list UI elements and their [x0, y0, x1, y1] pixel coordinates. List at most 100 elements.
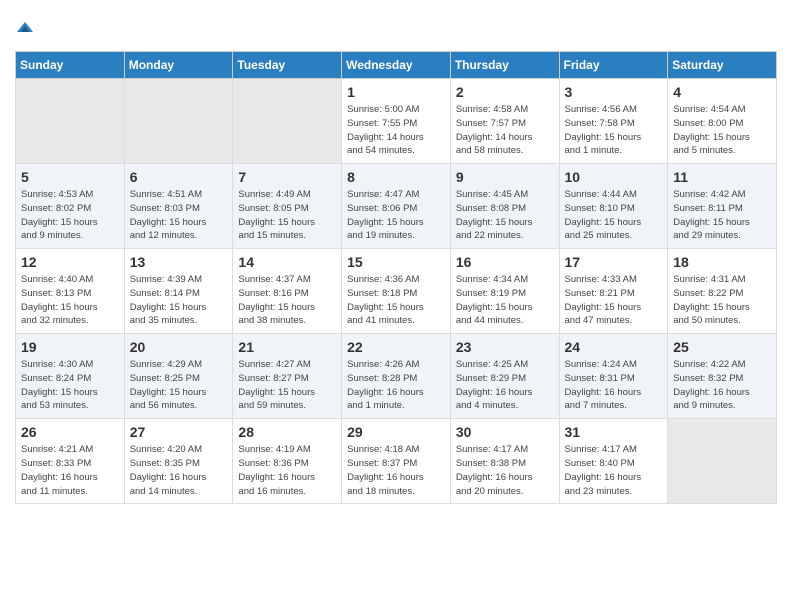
day-number: 13 [130, 254, 228, 270]
day-info: Sunrise: 4:56 AM Sunset: 7:58 PM Dayligh… [565, 103, 663, 158]
logo [15, 18, 39, 43]
day-info: Sunrise: 4:31 AM Sunset: 8:22 PM Dayligh… [673, 273, 771, 328]
day-number: 23 [456, 339, 554, 355]
day-info: Sunrise: 4:37 AM Sunset: 8:16 PM Dayligh… [238, 273, 336, 328]
day-number: 15 [347, 254, 445, 270]
calendar-cell: 12 Sunrise: 4:40 AM Sunset: 8:13 PM Dayli… [16, 249, 125, 334]
calendar-cell: 5 Sunrise: 4:53 AM Sunset: 8:02 PM Daylig… [16, 164, 125, 249]
day-number: 30 [456, 424, 554, 440]
day-number: 16 [456, 254, 554, 270]
calendar-cell [124, 79, 233, 164]
day-number: 19 [21, 339, 119, 355]
day-info: Sunrise: 4:34 AM Sunset: 8:19 PM Dayligh… [456, 273, 554, 328]
day-header-monday: Monday [124, 52, 233, 79]
calendar-cell: 16 Sunrise: 4:34 AM Sunset: 8:19 PM Dayli… [450, 249, 559, 334]
calendar-cell: 2 Sunrise: 4:58 AM Sunset: 7:57 PM Daylig… [450, 79, 559, 164]
day-info: Sunrise: 4:42 AM Sunset: 8:11 PM Dayligh… [673, 188, 771, 243]
day-number: 7 [238, 169, 336, 185]
day-number: 5 [21, 169, 119, 185]
day-number: 4 [673, 84, 771, 100]
day-number: 3 [565, 84, 663, 100]
day-info: Sunrise: 4:26 AM Sunset: 8:28 PM Dayligh… [347, 358, 445, 413]
day-info: Sunrise: 4:21 AM Sunset: 8:33 PM Dayligh… [21, 443, 119, 498]
day-info: Sunrise: 4:17 AM Sunset: 8:38 PM Dayligh… [456, 443, 554, 498]
calendar-cell: 6 Sunrise: 4:51 AM Sunset: 8:03 PM Daylig… [124, 164, 233, 249]
day-info: Sunrise: 4:54 AM Sunset: 8:00 PM Dayligh… [673, 103, 771, 158]
week-row-2: 5 Sunrise: 4:53 AM Sunset: 8:02 PM Daylig… [16, 164, 777, 249]
day-info: Sunrise: 5:00 AM Sunset: 7:55 PM Dayligh… [347, 103, 445, 158]
calendar-cell: 18Sunrise: 4:31 AM Sunset: 8:22 PM Dayli… [668, 249, 777, 334]
day-info: Sunrise: 4:40 AM Sunset: 8:13 PM Dayligh… [21, 273, 119, 328]
day-number: 6 [130, 169, 228, 185]
day-number: 14 [238, 254, 336, 270]
calendar-cell [668, 419, 777, 504]
day-info: Sunrise: 4:58 AM Sunset: 7:57 PM Dayligh… [456, 103, 554, 158]
calendar-cell: 29 Sunrise: 4:18 AM Sunset: 8:37 PM Dayli… [342, 419, 451, 504]
day-number: 9 [456, 169, 554, 185]
day-info: Sunrise: 4:44 AM Sunset: 8:10 PM Dayligh… [565, 188, 663, 243]
day-info: Sunrise: 4:45 AM Sunset: 8:08 PM Dayligh… [456, 188, 554, 243]
day-number: 1 [347, 84, 445, 100]
header-row: SundayMondayTuesdayWednesdayThursdayFrid… [16, 52, 777, 79]
day-info: Sunrise: 4:51 AM Sunset: 8:03 PM Dayligh… [130, 188, 228, 243]
day-header-tuesday: Tuesday [233, 52, 342, 79]
day-info: Sunrise: 4:25 AM Sunset: 8:29 PM Dayligh… [456, 358, 554, 413]
day-header-friday: Friday [559, 52, 668, 79]
calendar-cell: 11 Sunrise: 4:42 AM Sunset: 8:11 PM Dayli… [668, 164, 777, 249]
calendar-cell: 22 Sunrise: 4:26 AM Sunset: 8:28 PM Dayli… [342, 334, 451, 419]
day-header-wednesday: Wednesday [342, 52, 451, 79]
day-info: Sunrise: 4:33 AM Sunset: 8:21 PM Dayligh… [565, 273, 663, 328]
day-info: Sunrise: 4:24 AM Sunset: 8:31 PM Dayligh… [565, 358, 663, 413]
day-info: Sunrise: 4:30 AM Sunset: 8:24 PM Dayligh… [21, 358, 119, 413]
day-number: 31 [565, 424, 663, 440]
calendar-cell [233, 79, 342, 164]
day-info: Sunrise: 4:53 AM Sunset: 8:02 PM Dayligh… [21, 188, 119, 243]
day-number: 22 [347, 339, 445, 355]
calendar-cell: 13 Sunrise: 4:39 AM Sunset: 8:14 PM Dayli… [124, 249, 233, 334]
day-number: 27 [130, 424, 228, 440]
calendar-cell: 27 Sunrise: 4:20 AM Sunset: 8:35 PM Dayli… [124, 419, 233, 504]
day-info: Sunrise: 4:36 AM Sunset: 8:18 PM Dayligh… [347, 273, 445, 328]
calendar-cell: 30 Sunrise: 4:17 AM Sunset: 8:38 PM Dayli… [450, 419, 559, 504]
day-number: 12 [21, 254, 119, 270]
calendar-cell: 19 Sunrise: 4:30 AM Sunset: 8:24 PM Dayli… [16, 334, 125, 419]
day-number: 10 [565, 169, 663, 185]
day-info: Sunrise: 4:29 AM Sunset: 8:25 PM Dayligh… [130, 358, 228, 413]
calendar-cell [16, 79, 125, 164]
day-info: Sunrise: 4:18 AM Sunset: 8:37 PM Dayligh… [347, 443, 445, 498]
day-info: Sunrise: 4:22 AM Sunset: 8:32 PM Dayligh… [673, 358, 771, 413]
calendar-cell: 24 Sunrise: 4:24 AM Sunset: 8:31 PM Dayli… [559, 334, 668, 419]
day-number: 11 [673, 169, 771, 185]
day-header-thursday: Thursday [450, 52, 559, 79]
day-info: Sunrise: 4:20 AM Sunset: 8:35 PM Dayligh… [130, 443, 228, 498]
day-number: 2 [456, 84, 554, 100]
day-info: Sunrise: 4:39 AM Sunset: 8:14 PM Dayligh… [130, 273, 228, 328]
day-info: Sunrise: 4:19 AM Sunset: 8:36 PM Dayligh… [238, 443, 336, 498]
calendar-cell: 3 Sunrise: 4:56 AM Sunset: 7:58 PM Daylig… [559, 79, 668, 164]
week-row-4: 19 Sunrise: 4:30 AM Sunset: 8:24 PM Dayli… [16, 334, 777, 419]
day-number: 29 [347, 424, 445, 440]
day-number: 24 [565, 339, 663, 355]
day-number: 8 [347, 169, 445, 185]
calendar-table: SundayMondayTuesdayWednesdayThursdayFrid… [15, 51, 777, 504]
calendar-cell: 9 Sunrise: 4:45 AM Sunset: 8:08 PM Daylig… [450, 164, 559, 249]
calendar-cell: 20 Sunrise: 4:29 AM Sunset: 8:25 PM Dayli… [124, 334, 233, 419]
calendar-cell: 21Sunrise: 4:27 AM Sunset: 8:27 PM Dayli… [233, 334, 342, 419]
logo-icon [15, 18, 35, 38]
day-number: 20 [130, 339, 228, 355]
day-number: 21 [238, 339, 336, 355]
calendar-cell: 17 Sunrise: 4:33 AM Sunset: 8:21 PM Dayli… [559, 249, 668, 334]
calendar-cell: 31Sunrise: 4:17 AM Sunset: 8:40 PM Dayli… [559, 419, 668, 504]
calendar-cell: 25 Sunrise: 4:22 AM Sunset: 8:32 PM Dayli… [668, 334, 777, 419]
week-row-5: 26Sunrise: 4:21 AM Sunset: 8:33 PM Dayli… [16, 419, 777, 504]
calendar-cell: 23 Sunrise: 4:25 AM Sunset: 8:29 PM Dayli… [450, 334, 559, 419]
day-info: Sunrise: 4:47 AM Sunset: 8:06 PM Dayligh… [347, 188, 445, 243]
calendar-cell: 15 Sunrise: 4:36 AM Sunset: 8:18 PM Dayli… [342, 249, 451, 334]
day-header-saturday: Saturday [668, 52, 777, 79]
header [15, 10, 777, 43]
calendar-cell: 14 Sunrise: 4:37 AM Sunset: 8:16 PM Dayli… [233, 249, 342, 334]
day-number: 25 [673, 339, 771, 355]
day-number: 17 [565, 254, 663, 270]
day-header-sunday: Sunday [16, 52, 125, 79]
calendar-cell: 28Sunrise: 4:19 AM Sunset: 8:36 PM Dayli… [233, 419, 342, 504]
